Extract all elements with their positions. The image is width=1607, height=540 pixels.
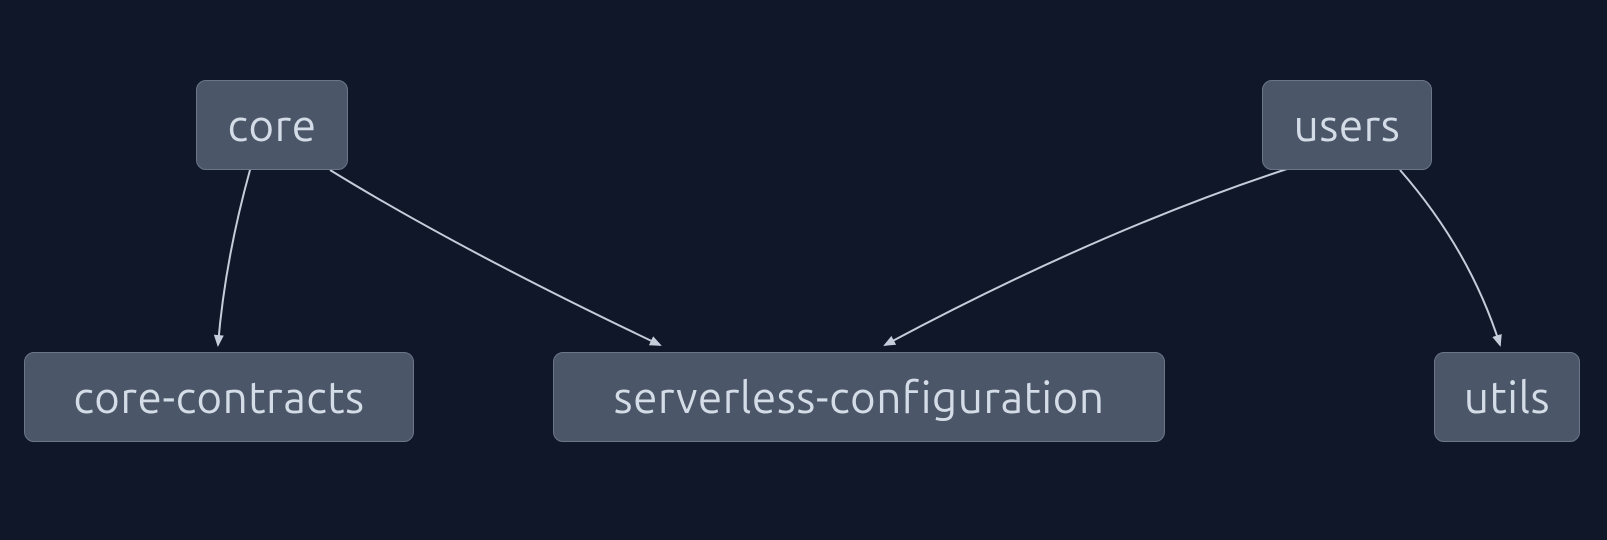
edge-core-to-serverless-configuration — [330, 170, 660, 345]
edge-core-to-core-contracts — [218, 170, 250, 345]
node-label: core — [228, 101, 317, 150]
node-label: users — [1294, 101, 1401, 150]
edge-users-to-utils — [1400, 170, 1500, 345]
node-utils: utils — [1434, 352, 1580, 442]
node-serverless-configuration: serverless-configuration — [553, 352, 1165, 442]
node-label: serverless-configuration — [614, 373, 1105, 422]
node-core-contracts: core-contracts — [24, 352, 414, 442]
node-label: utils — [1464, 373, 1550, 422]
node-core: core — [196, 80, 348, 170]
edge-users-to-serverless-configuration — [885, 168, 1290, 345]
node-label: core-contracts — [73, 373, 364, 422]
node-users: users — [1262, 80, 1432, 170]
